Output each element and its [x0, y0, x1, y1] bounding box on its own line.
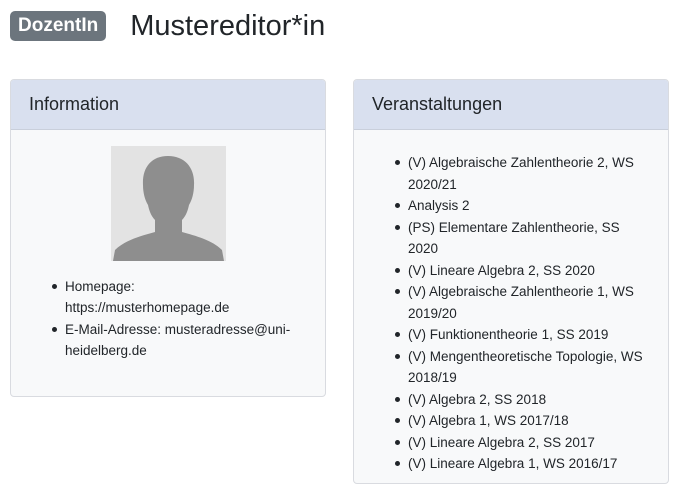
homepage-label: Homepage:	[65, 279, 135, 294]
courses-card: Veranstaltungen (V) Algebraische Zahlent…	[353, 79, 669, 484]
page-header: DozentIn Mustereditor*in	[10, 8, 325, 44]
email-item: E-Mail-Adresse: musteradresse@uni-heidel…	[52, 319, 325, 361]
course-item[interactable]: (V) Algebraische Zahlentheorie 2, WS 202…	[395, 152, 668, 195]
role-badge: DozentIn	[10, 11, 107, 41]
information-list: Homepage: https://musterhomepage.de E-Ma…	[11, 276, 325, 362]
course-item[interactable]: Analysis 2	[395, 195, 668, 217]
information-card-header: Information	[11, 80, 325, 130]
course-item[interactable]: (V) Algebraische Zahlentheorie 1, WS 201…	[395, 281, 668, 324]
courses-card-header: Veranstaltungen	[354, 80, 668, 130]
course-item[interactable]: (V) Funktionentheorie 1, SS 2019	[395, 324, 668, 346]
homepage-link[interactable]: https://musterhomepage.de	[65, 300, 229, 315]
email-label: E-Mail-Adresse:	[65, 322, 162, 337]
information-card: Information Homepage: https://musterhome…	[10, 79, 326, 397]
course-item[interactable]: (V) Lineare Algebra 1, WS 2016/17	[395, 453, 668, 475]
course-item[interactable]: (PS) Elementare Zahlentheorie, SS 2020	[395, 217, 668, 260]
course-item[interactable]: (V) Lineare Algebra 2, SS 2017	[395, 432, 668, 454]
page-title: Mustereditor*in	[130, 10, 326, 42]
person-silhouette-icon	[111, 146, 226, 261]
courses-list: (V) Algebraische Zahlentheorie 2, WS 202…	[354, 152, 668, 475]
course-item[interactable]: (V) Algebra 2, SS 2018	[395, 389, 668, 411]
course-item[interactable]: (V) Algebra 1, WS 2017/18	[395, 410, 668, 432]
homepage-item: Homepage: https://musterhomepage.de	[52, 276, 325, 318]
avatar	[111, 146, 226, 261]
course-item[interactable]: (V) Lineare Algebra 2, SS 2020	[395, 260, 668, 282]
course-item[interactable]: (V) Mengentheoretische Topologie, WS 201…	[395, 346, 668, 389]
